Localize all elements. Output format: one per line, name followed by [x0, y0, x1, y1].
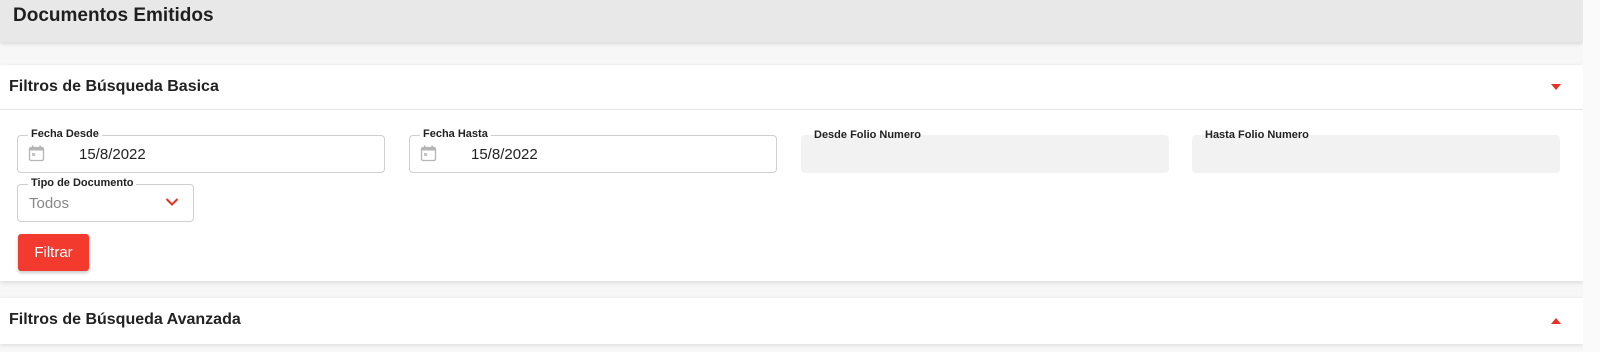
tipo-documento-value: Todos [29, 195, 70, 212]
calendar-icon[interactable] [28, 145, 45, 162]
calendar-icon[interactable] [420, 145, 437, 162]
fecha-desde-value[interactable]: 15/8/2022 [79, 146, 146, 163]
caret-up-icon[interactable] [1551, 318, 1561, 324]
page-title: Documentos Emitidos [13, 5, 214, 26]
advanced-filters-title: Filtros de Búsqueda Avanzada [9, 311, 241, 328]
filtrar-button[interactable]: Filtrar [18, 234, 89, 271]
advanced-filters-header[interactable]: Filtros de Búsqueda Avanzada [0, 298, 1583, 344]
basic-filters-title: Filtros de Búsqueda Basica [9, 78, 219, 95]
hasta-folio-label: Hasta Folio Numero [1205, 129, 1309, 141]
scrollbar[interactable] [1583, 0, 1600, 352]
page-header: Documentos Emitidos [0, 0, 1583, 42]
fecha-hasta-label: Fecha Hasta [420, 127, 491, 141]
fecha-hasta-field[interactable]: Fecha Hasta 15/8/2022 [409, 127, 777, 173]
chevron-down-icon[interactable] [165, 197, 179, 207]
tipo-documento-select[interactable]: Tipo de Documento Todos [17, 176, 194, 222]
hasta-folio-field[interactable]: Hasta Folio Numero [1192, 129, 1560, 173]
basic-filters-header[interactable]: Filtros de Búsqueda Basica [0, 65, 1583, 110]
fecha-hasta-value[interactable]: 15/8/2022 [471, 146, 538, 163]
caret-down-icon[interactable] [1551, 84, 1561, 90]
basic-filters-body: Fecha Desde 15/8/2022 Fecha Hasta 15/8/2… [0, 110, 1583, 281]
desde-folio-label: Desde Folio Numero [814, 129, 921, 141]
fecha-desde-label: Fecha Desde [28, 127, 102, 141]
desde-folio-field[interactable]: Desde Folio Numero [801, 129, 1169, 173]
fecha-desde-field[interactable]: Fecha Desde 15/8/2022 [17, 127, 385, 173]
tipo-documento-label: Tipo de Documento [28, 176, 137, 190]
